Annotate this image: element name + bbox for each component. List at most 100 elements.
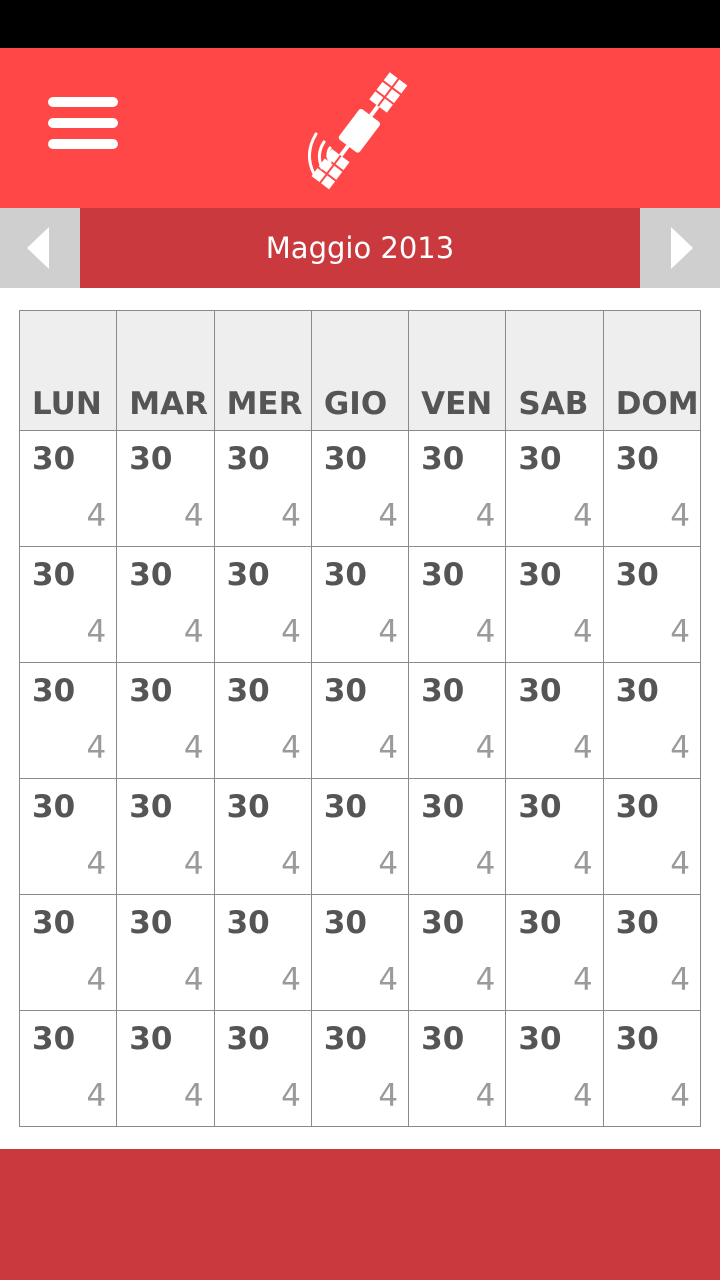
day-event-count: 4 [378,730,399,766]
day-number: 30 [129,905,173,941]
calendar-day-cell[interactable]: 30 4 [213,662,312,779]
day-number: 30 [421,905,465,941]
calendar-day-cell[interactable]: 30 4 [408,1010,507,1127]
day-number: 30 [226,905,270,941]
month-navigation: Maggio 2013 [0,208,720,288]
app-bar [0,48,720,208]
day-event-count: 4 [670,614,690,650]
calendar-day-cell[interactable]: 30 4 [116,430,215,547]
calendar-day-cell[interactable]: 30 4 [310,662,410,779]
calendar-day-cell[interactable]: 30 4 [310,778,410,895]
day-event-count: 4 [183,730,204,766]
calendar-day-cell[interactable]: 30 4 [116,546,215,663]
day-event-count: 4 [475,498,496,534]
calendar-day-cell[interactable]: 30 4 [310,894,410,1011]
day-event-count: 4 [378,846,399,882]
day-number: 30 [323,905,367,941]
day-event-count: 4 [572,498,593,534]
day-number: 30 [518,441,562,477]
calendar-day-cell[interactable]: 30 4 [602,1010,702,1127]
calendar-day-cell[interactable]: 30 4 [408,546,507,663]
weekday-header-row: LUN MAR MER GIO VEN SAB DOM [18,310,702,431]
menu-line [48,139,118,149]
day-event-count: 4 [281,846,301,882]
calendar-day-cell[interactable]: 30 4 [602,430,702,547]
calendar-day-cell[interactable]: 30 4 [213,894,312,1011]
calendar-day-cell[interactable]: 30 4 [213,778,312,895]
calendar-day-cell[interactable]: 30 4 [602,662,702,779]
calendar-day-cell[interactable]: 30 4 [18,778,118,895]
previous-month-button[interactable] [0,208,80,288]
day-event-count: 4 [183,846,204,882]
calendar-week-row: 30 4 30 4 30 4 30 4 30 4 30 4 30 4 [18,778,702,895]
calendar-day-cell[interactable]: 30 4 [18,662,118,779]
day-event-count: 4 [475,730,496,766]
calendar-week-row: 30 4 30 4 30 4 30 4 30 4 30 4 30 4 [18,894,702,1011]
day-number: 30 [518,905,562,941]
day-number: 30 [518,1021,562,1057]
calendar-day-cell[interactable]: 30 4 [18,894,118,1011]
day-number: 30 [226,673,270,709]
calendar-day-cell[interactable]: 30 4 [213,546,312,663]
day-event-count: 4 [572,846,593,882]
day-event-count: 4 [670,962,690,998]
calendar-day-cell[interactable]: 30 4 [505,430,604,547]
day-number: 30 [129,557,173,593]
day-event-count: 4 [183,962,204,998]
calendar-week-row: 30 4 30 4 30 4 30 4 30 4 30 4 30 4 [18,546,702,663]
day-number: 30 [129,789,173,825]
calendar-day-cell[interactable]: 30 4 [310,1010,410,1127]
calendar-day-cell[interactable]: 30 4 [602,894,702,1011]
day-event-count: 4 [572,1078,593,1114]
calendar-week-row: 30 4 30 4 30 4 30 4 30 4 30 4 30 4 [18,1010,702,1127]
day-number: 30 [129,441,173,477]
day-event-count: 4 [378,498,399,534]
calendar-day-cell[interactable]: 30 4 [116,1010,215,1127]
hamburger-menu-icon[interactable] [44,92,122,164]
footer-bar [0,1149,720,1280]
calendar-day-cell[interactable]: 30 4 [408,430,507,547]
calendar-day-cell[interactable]: 30 4 [505,662,604,779]
calendar-day-cell[interactable]: 30 4 [505,778,604,895]
day-event-count: 4 [183,1078,204,1114]
day-event-count: 4 [281,614,301,650]
day-number: 30 [323,673,367,709]
calendar-day-cell[interactable]: 30 4 [310,546,410,663]
day-event-count: 4 [670,846,690,882]
day-event-count: 4 [281,962,301,998]
calendar-day-cell[interactable]: 30 4 [505,1010,604,1127]
day-number: 30 [615,557,659,593]
next-month-button[interactable] [640,208,720,288]
day-number: 30 [32,905,76,941]
calendar-day-cell[interactable]: 30 4 [116,894,215,1011]
calendar-day-cell[interactable]: 30 4 [408,662,507,779]
calendar-day-cell[interactable]: 30 4 [116,662,215,779]
day-event-count: 4 [281,1078,301,1114]
calendar-day-cell[interactable]: 30 4 [213,430,312,547]
day-event-count: 4 [475,846,496,882]
day-number: 30 [323,1021,367,1057]
calendar-day-cell[interactable]: 30 4 [602,546,702,663]
day-event-count: 4 [475,1078,496,1114]
calendar-day-cell[interactable]: 30 4 [408,778,507,895]
day-number: 30 [518,789,562,825]
calendar-day-cell[interactable]: 30 4 [18,546,118,663]
day-number: 30 [226,1021,270,1057]
day-event-count: 4 [86,846,107,882]
weekday-header: LUN [18,310,118,431]
calendar-day-cell[interactable]: 30 4 [602,778,702,895]
day-event-count: 4 [86,730,107,766]
calendar-day-cell[interactable]: 30 4 [116,778,215,895]
month-title: Maggio 2013 [80,208,640,288]
calendar-day-cell[interactable]: 30 4 [505,546,604,663]
calendar-day-cell[interactable]: 30 4 [505,894,604,1011]
day-event-count: 4 [572,730,593,766]
calendar-day-cell[interactable]: 30 4 [18,430,118,547]
calendar-day-cell[interactable]: 30 4 [408,894,507,1011]
day-event-count: 4 [183,614,204,650]
day-event-count: 4 [572,962,593,998]
calendar-day-cell[interactable]: 30 4 [213,1010,312,1127]
calendar-day-cell[interactable]: 30 4 [310,430,410,547]
day-event-count: 4 [86,498,107,534]
calendar-day-cell[interactable]: 30 4 [18,1010,118,1127]
